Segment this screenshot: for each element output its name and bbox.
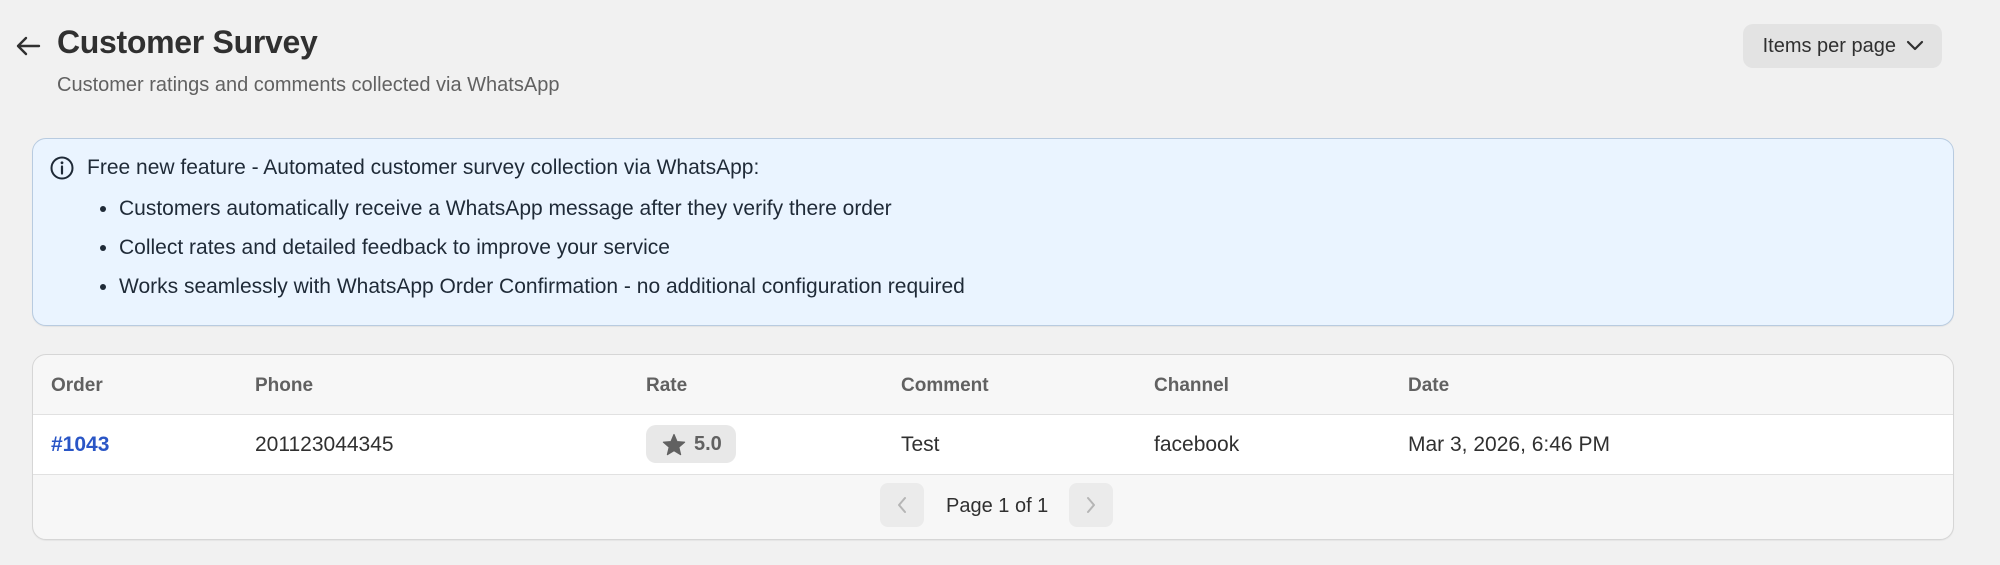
chevron-right-icon <box>1087 497 1095 513</box>
star-icon <box>662 433 686 455</box>
table-header: Order Phone Rate Comment Channel Date <box>33 355 1953 415</box>
chevron-left-icon <box>898 497 906 513</box>
page-title: Customer Survey <box>57 24 318 60</box>
column-header-order: Order <box>51 375 103 396</box>
banner-headline: Free new feature - Automated customer su… <box>87 156 760 179</box>
column-header-date: Date <box>1408 375 1450 396</box>
column-header-rate: Rate <box>646 375 688 396</box>
rate-value: 5.0 <box>694 432 722 455</box>
banner-bullet: Collect rates and detailed feedback to i… <box>119 234 965 273</box>
items-per-page-button[interactable]: Items per page <box>1742 24 1942 68</box>
table-row[interactable]: #1043 201123044345 5.0 Test facebook Mar… <box>33 415 1953 475</box>
page-indicator: Page 1 of 1 <box>946 495 1049 517</box>
page-subtitle: Customer ratings and comments collected … <box>57 74 560 96</box>
items-per-page-label: Items per page <box>1762 34 1896 57</box>
column-header-phone: Phone <box>255 375 314 396</box>
survey-table-card: Order Phone Rate Comment Channel Date #1… <box>32 354 1954 540</box>
pagination: Page 1 of 1 <box>33 483 1953 529</box>
back-button[interactable] <box>12 30 44 62</box>
banner-bullet-list: Customers automatically receive a WhatsA… <box>93 195 965 312</box>
arrow-left-icon <box>16 36 41 56</box>
banner-bullet: Works seamlessly with WhatsApp Order Con… <box>119 273 965 312</box>
info-icon <box>50 156 74 180</box>
banner-bullet: Customers automatically receive a WhatsA… <box>119 195 965 234</box>
column-header-channel: Channel <box>1154 375 1229 396</box>
date-cell: Mar 3, 2026, 6:46 PM <box>1408 433 1610 456</box>
column-header-comment: Comment <box>901 375 989 396</box>
order-link[interactable]: #1043 <box>51 433 109 456</box>
previous-page-button[interactable] <box>880 483 924 527</box>
phone-cell: 201123044345 <box>255 433 394 456</box>
next-page-button[interactable] <box>1069 483 1113 527</box>
rate-badge: 5.0 <box>646 425 736 463</box>
channel-cell: facebook <box>1154 433 1240 456</box>
feature-banner: Free new feature - Automated customer su… <box>32 138 1954 326</box>
comment-cell: Test <box>901 433 940 456</box>
chevron-down-icon <box>1906 40 1924 51</box>
